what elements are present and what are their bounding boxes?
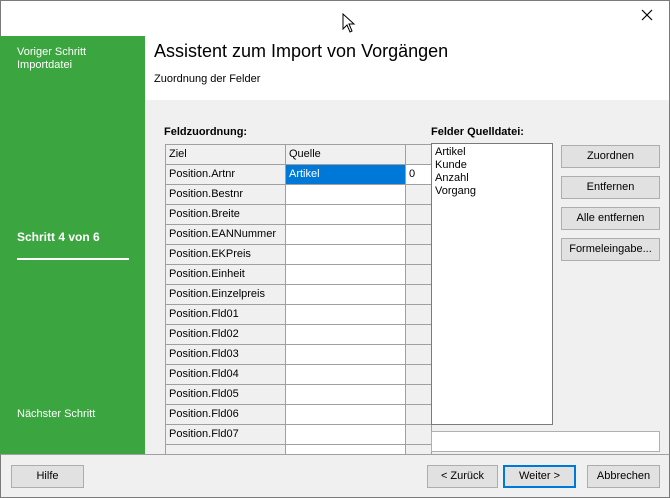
source-fields-list[interactable]: Artikel Kunde Anzahl Vorgang xyxy=(431,143,553,425)
grid-header-row: Ziel Quelle xyxy=(166,145,431,165)
help-button[interactable]: Hilfe xyxy=(11,465,84,488)
mapping-label: Feldzuordnung: xyxy=(164,126,248,138)
quelle-cell[interactable] xyxy=(286,245,406,265)
ziel-cell: Position.EKPreis xyxy=(166,245,286,265)
ziel-cell: Position.Breite xyxy=(166,205,286,225)
extra-cell xyxy=(406,365,431,385)
table-row[interactable]: Position.Einzelpreis xyxy=(166,285,431,305)
extra-cell: 0 xyxy=(406,165,431,185)
close-icon[interactable] xyxy=(639,7,655,23)
quelle-cell[interactable] xyxy=(286,225,406,245)
quelle-cell[interactable] xyxy=(286,285,406,305)
ziel-cell: Position.Einzelpreis xyxy=(166,285,286,305)
quelle-cell[interactable] xyxy=(286,305,406,325)
table-row[interactable]: Position.EKPreis xyxy=(166,245,431,265)
table-row[interactable]: Position.Artnr Artikel 0 xyxy=(166,165,431,185)
table-row[interactable]: Position.Fld03 xyxy=(166,345,431,365)
ziel-cell xyxy=(166,445,286,454)
step-indicator: Schritt 4 von 6 xyxy=(17,230,100,244)
ziel-cell: Position.Bestnr xyxy=(166,185,286,205)
ziel-cell: Position.Fld01 xyxy=(166,305,286,325)
extra-cell xyxy=(406,425,431,445)
column-header-extra xyxy=(406,145,431,165)
ziel-cell: Position.Fld05 xyxy=(166,385,286,405)
extra-cell xyxy=(406,305,431,325)
quelle-cell[interactable] xyxy=(286,205,406,225)
quelle-cell[interactable] xyxy=(286,325,406,345)
extra-cell xyxy=(406,205,431,225)
extra-cell xyxy=(406,405,431,425)
list-item[interactable]: Artikel xyxy=(435,146,549,159)
extra-cell xyxy=(406,245,431,265)
extra-cell xyxy=(406,265,431,285)
column-header-ziel[interactable]: Ziel xyxy=(166,145,286,165)
table-row[interactable] xyxy=(166,445,431,454)
extra-cell xyxy=(406,385,431,405)
extra-cell xyxy=(406,225,431,245)
wizard-footer: Hilfe < Zurück Weiter > Abbrechen xyxy=(0,454,670,498)
quelle-cell[interactable] xyxy=(286,185,406,205)
extra-cell xyxy=(406,285,431,305)
remove-button[interactable]: Entfernen xyxy=(561,176,660,199)
ziel-cell: Position.Fld06 xyxy=(166,405,286,425)
previous-step-link[interactable]: Voriger Schritt Importdatei xyxy=(17,46,86,72)
extra-cell xyxy=(406,185,431,205)
title-bar xyxy=(0,0,670,36)
quelle-cell[interactable] xyxy=(286,365,406,385)
extra-cell xyxy=(406,445,431,454)
ziel-cell: Position.Fld04 xyxy=(166,365,286,385)
ziel-cell: Position.Fld02 xyxy=(166,325,286,345)
ziel-cell: Position.EANNummer xyxy=(166,225,286,245)
ziel-cell: Position.Artnr xyxy=(166,165,286,185)
table-row[interactable]: Position.Breite xyxy=(166,205,431,225)
mouse-cursor-icon xyxy=(342,13,356,33)
back-button[interactable]: < Zurück xyxy=(427,465,498,488)
ziel-cell: Position.Fld03 xyxy=(166,345,286,365)
next-step-link[interactable]: Nächster Schritt xyxy=(17,408,95,420)
remove-all-button[interactable]: Alle entfernen xyxy=(561,207,660,230)
quelle-cell[interactable] xyxy=(286,345,406,365)
next-button[interactable]: Weiter > xyxy=(503,465,576,488)
wizard-sidebar: Voriger Schritt Importdatei Schritt 4 vo… xyxy=(0,36,145,454)
table-row[interactable]: Position.Bestnr xyxy=(166,185,431,205)
column-header-quelle[interactable]: Quelle xyxy=(286,145,406,165)
cancel-button[interactable]: Abbrechen xyxy=(587,465,660,488)
quelle-cell[interactable]: Artikel xyxy=(286,165,406,185)
extra-cell xyxy=(406,345,431,365)
table-row[interactable]: Position.EANNummer xyxy=(166,225,431,245)
list-item[interactable]: Kunde xyxy=(435,159,549,172)
table-row[interactable]: Position.Fld01 xyxy=(166,305,431,325)
field-mapping-grid[interactable]: Ziel Quelle Position.Artnr Artikel 0 Positi… xyxy=(165,144,432,454)
table-row[interactable]: Position.Fld02 xyxy=(166,325,431,345)
list-item[interactable]: Anzahl xyxy=(435,172,549,185)
wizard-content: Feldzuordnung: Ziel Quelle Position.Artn… xyxy=(145,100,670,454)
ziel-cell: Position.Fld07 xyxy=(166,425,286,445)
quelle-cell[interactable] xyxy=(286,265,406,285)
list-item[interactable]: Vorgang xyxy=(435,185,549,198)
page-title: Assistent zum Import von Vorgängen xyxy=(154,41,449,61)
ziel-cell: Position.Einheit xyxy=(166,265,286,285)
page-subtitle: Zuordnung der Felder xyxy=(154,73,261,85)
wizard-header: Assistent zum Import von Vorgängen Zuord… xyxy=(145,36,670,100)
quelle-cell[interactable] xyxy=(286,425,406,445)
source-field-input[interactable] xyxy=(431,431,660,452)
quelle-cell[interactable] xyxy=(286,445,406,454)
table-row[interactable]: Position.Fld05 xyxy=(166,385,431,405)
formula-input-button[interactable]: Formeleingabe... xyxy=(561,238,660,261)
table-row[interactable]: Position.Fld04 xyxy=(166,365,431,385)
quelle-cell[interactable] xyxy=(286,405,406,425)
assign-button[interactable]: Zuordnen xyxy=(561,145,660,168)
table-row[interactable]: Position.Fld07 xyxy=(166,425,431,445)
table-row[interactable]: Position.Fld06 xyxy=(166,405,431,425)
extra-cell xyxy=(406,325,431,345)
quelle-cell[interactable] xyxy=(286,385,406,405)
source-fields-label: Felder Quelldatei: xyxy=(431,126,524,138)
step-divider xyxy=(17,258,129,260)
table-row[interactable]: Position.Einheit xyxy=(166,265,431,285)
